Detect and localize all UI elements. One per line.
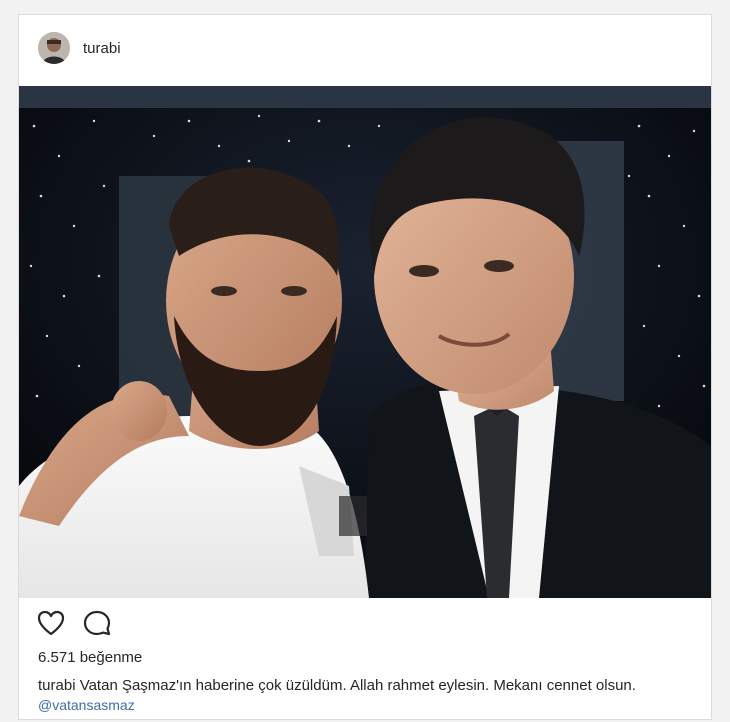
heart-icon[interactable] [35,607,67,639]
post-actions [19,607,711,643]
post-caption: turabi Vatan Şaşmaz'ın haberine çok üzül… [38,676,698,696]
post-header: turabi [19,15,711,85]
caption-text: Vatan Şaşmaz'ın haberine çok üzüldüm. Al… [79,677,636,694]
avatar[interactable] [38,32,70,64]
post-username[interactable]: turabi [83,40,121,57]
caption-username[interactable]: turabi [38,677,76,694]
post-card: turabi 6.571 beğenme turabi Vatan Şaşmaz… [18,14,712,720]
mention-link[interactable]: @vatansasmaz [38,697,135,713]
comment-icon[interactable] [81,607,113,639]
likes-count[interactable]: 6.571 beğenme [38,649,142,666]
post-photo [19,86,711,598]
